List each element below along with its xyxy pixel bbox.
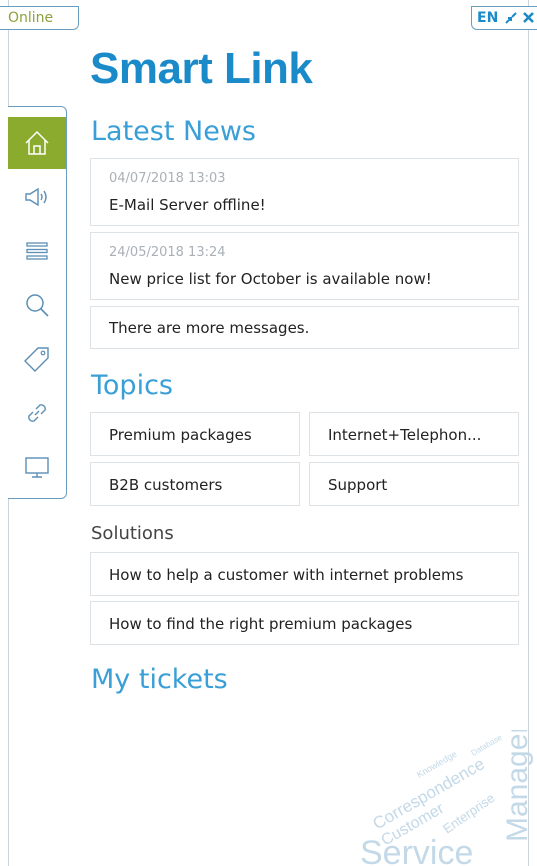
- topic-item[interactable]: Premium packages: [90, 412, 300, 456]
- tickets-section-title: My tickets: [91, 664, 228, 695]
- solution-item[interactable]: How to find the right premium packages: [90, 601, 519, 645]
- news-item[interactable]: 24/05/2018 13:24 New price list for Octo…: [90, 232, 519, 300]
- solutions-section-title: Solutions: [91, 523, 174, 544]
- news-text: New price list for October is available …: [109, 270, 432, 288]
- more-messages-label: There are more messages.: [109, 319, 310, 337]
- list-icon: [26, 242, 48, 260]
- sidebar-item-tags[interactable]: [8, 333, 66, 385]
- language-label[interactable]: EN: [477, 10, 498, 26]
- news-date: 24/05/2018 13:24: [109, 245, 226, 260]
- language-switcher[interactable]: EN: [471, 6, 537, 30]
- sidebar-item-list[interactable]: [8, 225, 66, 277]
- more-messages-link[interactable]: There are more messages.: [90, 306, 519, 349]
- sidebar-item-announcements[interactable]: [8, 171, 66, 223]
- solution-label: How to help a customer with internet pro…: [109, 566, 464, 584]
- wordcloud-word: Database: [470, 733, 505, 758]
- shrink-icon[interactable]: [504, 11, 518, 25]
- wordcloud-word: Management: [501, 730, 534, 842]
- topic-label: Premium packages: [109, 426, 252, 444]
- solution-item[interactable]: How to help a customer with internet pro…: [90, 552, 519, 596]
- news-section-title: Latest News: [91, 116, 256, 147]
- news-date: 04/07/2018 13:03: [109, 171, 226, 186]
- sidebar-item-display[interactable]: [8, 441, 66, 493]
- close-icon[interactable]: [522, 11, 535, 24]
- status-badge: Online: [0, 6, 79, 30]
- app-logo: Smart Link: [90, 44, 313, 93]
- topic-item[interactable]: B2B customers: [90, 462, 300, 506]
- news-text: E-Mail Server offline!: [109, 196, 266, 214]
- topic-item[interactable]: Support: [309, 462, 519, 506]
- tag-icon: [24, 347, 49, 372]
- status-label: Online: [8, 10, 54, 26]
- monitor-icon: [25, 457, 49, 478]
- topic-label: Internet+Telephon...: [328, 426, 482, 444]
- home-icon: [25, 130, 49, 155]
- news-item[interactable]: 04/07/2018 13:03 E-Mail Server offline!: [90, 158, 519, 226]
- wordcloud-word: Service: [360, 834, 473, 866]
- link-icon: [28, 404, 46, 422]
- topics-section-title: Topics: [91, 370, 173, 401]
- topic-label: B2B customers: [109, 476, 223, 494]
- solution-label: How to find the right premium packages: [109, 615, 413, 633]
- sidebar-item-links[interactable]: [8, 387, 66, 439]
- topic-label: Support: [328, 476, 388, 494]
- search-icon: [26, 294, 49, 317]
- wordcloud-watermark: Service Management Correspondence Custom…: [360, 730, 534, 866]
- sidebar-item-search[interactable]: [8, 279, 66, 331]
- wordcloud-word: Enterprise: [440, 790, 497, 836]
- topic-item[interactable]: Internet+Telephon...: [309, 412, 519, 456]
- sidebar: [8, 106, 67, 499]
- megaphone-icon: [25, 187, 47, 207]
- sidebar-item-home[interactable]: [8, 117, 66, 169]
